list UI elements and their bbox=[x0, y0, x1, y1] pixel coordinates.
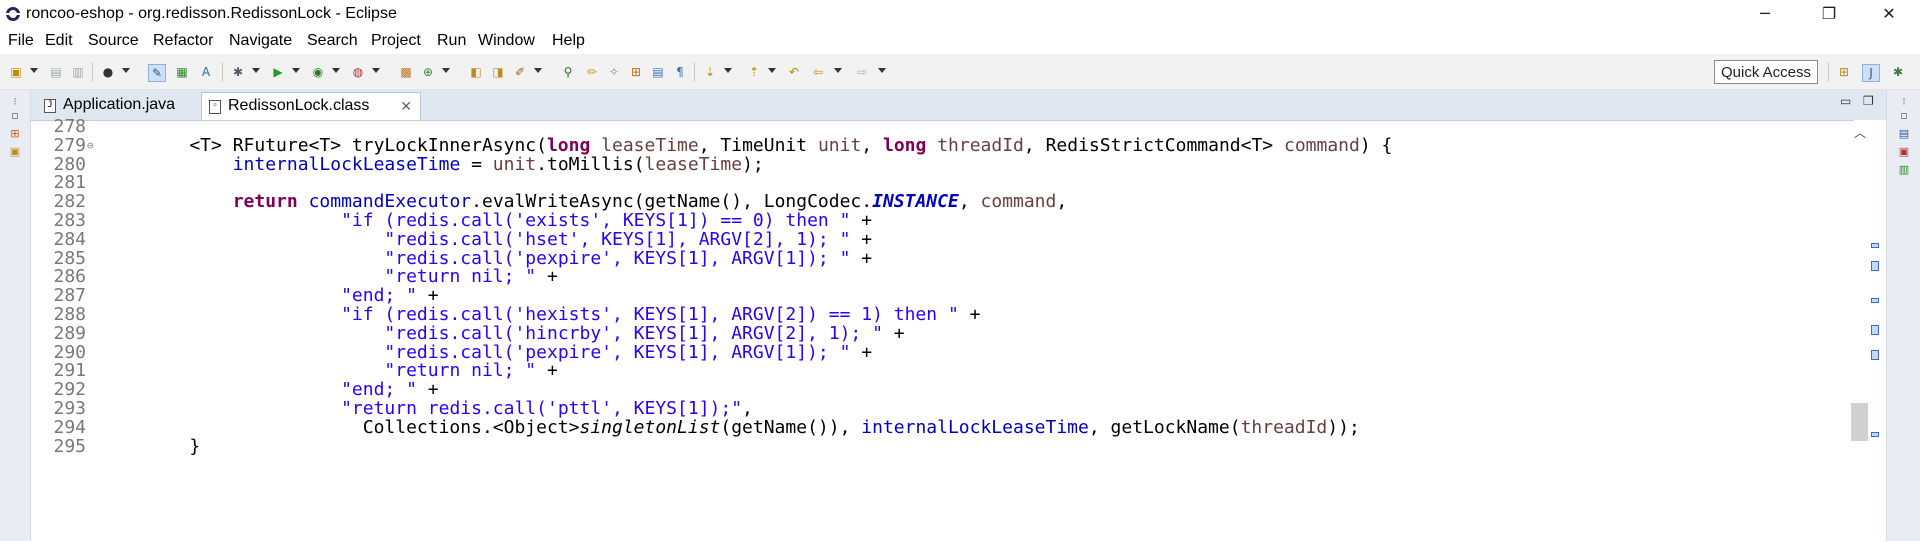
menu-bar: File Edit Source Refactor Navigate Searc… bbox=[0, 30, 1920, 54]
coverage-dropdown-icon[interactable] bbox=[332, 68, 340, 73]
search-icon[interactable]: ✐ bbox=[512, 64, 528, 80]
java-file-icon: J bbox=[44, 99, 56, 113]
close-window-button[interactable]: ✕ bbox=[1866, 0, 1912, 30]
show-whitespace-icon[interactable]: A bbox=[198, 64, 214, 80]
edit-annotation-icon[interactable]: ▦ bbox=[174, 64, 190, 80]
show-whitespace-chars-icon[interactable]: ¶ bbox=[672, 64, 688, 80]
new-java-package-icon[interactable]: ⊕ bbox=[420, 64, 436, 80]
toolbar-separator bbox=[222, 62, 223, 82]
editor-tab-bar: J Application.java ◦ RedissonLock.class … bbox=[31, 90, 1886, 120]
type-hierarchy-icon[interactable]: ⊞ bbox=[9, 128, 21, 140]
external-tools-dropdown-icon[interactable] bbox=[372, 68, 380, 73]
debug-dropdown-icon[interactable] bbox=[252, 68, 260, 73]
minimize-button[interactable]: ─ bbox=[1742, 0, 1788, 30]
next-edit-icon[interactable]: ⇣ bbox=[702, 64, 718, 80]
tab-redissonlock-class[interactable]: ◦ RedissonLock.class ✕ bbox=[201, 92, 421, 120]
menu-search[interactable]: Search bbox=[307, 32, 358, 50]
main-toolbar: ▣ ▤ ▥ ● ✎ ▦ A ✱ ▶ ◉ ◍ ▩ ⊕ ◧ ◨ ✐ ⚲ ✏ ✧ ⊞ … bbox=[0, 54, 1920, 90]
open-task-icon[interactable]: ◨ bbox=[490, 64, 506, 80]
toolbar-separator bbox=[92, 62, 93, 82]
open-perspective-icon[interactable]: ⊞ bbox=[1836, 64, 1852, 80]
maximize-editor-icon[interactable]: ❐ bbox=[1863, 94, 1874, 108]
run-icon[interactable]: ▶ bbox=[270, 64, 286, 80]
eclipse-logo-icon bbox=[6, 7, 20, 21]
search-dropdown-icon[interactable] bbox=[534, 68, 542, 73]
user-icon[interactable]: ● bbox=[100, 64, 116, 80]
menu-navigate[interactable]: Navigate bbox=[229, 32, 292, 50]
quick-access-field[interactable]: Quick Access bbox=[1714, 60, 1818, 84]
restore-view-icon[interactable]: ⁝ bbox=[1898, 96, 1910, 108]
new-icon[interactable]: ▣ bbox=[8, 64, 24, 80]
menu-refactor[interactable]: Refactor bbox=[153, 32, 213, 50]
menu-file[interactable]: File bbox=[8, 32, 34, 50]
toolbar-separator bbox=[1828, 62, 1829, 82]
menu-window[interactable]: Window bbox=[478, 32, 535, 50]
occurrence-mark[interactable] bbox=[1871, 350, 1879, 360]
forward-icon[interactable]: ⇨ bbox=[854, 64, 870, 80]
occurrence-mark[interactable] bbox=[1871, 298, 1879, 303]
toggle-mark-occurrences-icon[interactable]: ✎ bbox=[148, 64, 166, 82]
occurrence-mark[interactable] bbox=[1871, 243, 1879, 248]
debug-icon[interactable]: ✱ bbox=[230, 64, 246, 80]
outline-icon[interactable]: ▤ bbox=[1898, 128, 1910, 140]
menu-run[interactable]: Run bbox=[437, 32, 466, 50]
code-text: Collections.<Object>singletonList(getNam… bbox=[146, 416, 1360, 438]
menu-edit[interactable]: Edit bbox=[45, 32, 73, 50]
package-explorer-icon[interactable]: ▣ bbox=[9, 146, 21, 158]
coverage-icon[interactable]: ◉ bbox=[310, 64, 326, 80]
back-dropdown-icon[interactable] bbox=[834, 68, 842, 73]
left-trim-bar: ⁝ ▫ ⊞ ▣ bbox=[0, 90, 31, 541]
vertical-scrollbar[interactable] bbox=[1854, 120, 1868, 541]
block-selection-icon[interactable]: ✧ bbox=[606, 64, 622, 80]
java-perspective-icon[interactable]: J bbox=[1862, 64, 1880, 82]
save-icon[interactable]: ▤ bbox=[48, 64, 64, 80]
line-number: 295 bbox=[53, 435, 86, 457]
restore-icon[interactable]: ▫ bbox=[9, 110, 21, 122]
debug-perspective-icon[interactable]: ✱ bbox=[1890, 64, 1906, 80]
toolbar-separator bbox=[694, 62, 695, 82]
prev-edit-dropdown-icon[interactable] bbox=[768, 68, 776, 73]
occurrence-mark[interactable] bbox=[1871, 261, 1879, 271]
scrollbar-thumb[interactable] bbox=[1851, 403, 1869, 441]
save-all-icon[interactable]: ▥ bbox=[70, 64, 86, 80]
run-dropdown-icon[interactable] bbox=[292, 68, 300, 73]
external-tools-icon[interactable]: ◍ bbox=[350, 64, 366, 80]
window-title: roncoo-eshop - org.redisson.RedissonLock… bbox=[26, 5, 397, 22]
restore-view-icon[interactable]: ⁝ bbox=[9, 96, 21, 108]
next-annotation-icon[interactable]: ▤ bbox=[650, 64, 666, 80]
task-list-icon[interactable]: ▥ bbox=[1898, 164, 1910, 176]
new-dropdown-icon[interactable] bbox=[30, 68, 38, 73]
minimize-editor-icon[interactable]: ▭ bbox=[1840, 94, 1851, 108]
new-class-dropdown-icon[interactable] bbox=[442, 68, 450, 73]
code-text: } bbox=[146, 435, 201, 457]
code-text: internalLockLeaseTime = unit.toMillis(le… bbox=[232, 153, 764, 175]
open-type-icon[interactable]: ◧ bbox=[468, 64, 484, 80]
toggle-breadcrumb-icon[interactable]: ⚲ bbox=[560, 64, 576, 80]
prev-edit-icon[interactable]: ⇡ bbox=[746, 64, 762, 80]
next-edit-dropdown-icon[interactable] bbox=[724, 68, 732, 73]
tab-label: RedissonLock.class bbox=[228, 97, 370, 114]
fold-toggle-icon[interactable]: ⊖ bbox=[87, 134, 94, 157]
problems-icon[interactable]: ▣ bbox=[1898, 146, 1910, 158]
code-editor[interactable]: 278 279 ⊖ <T> RFuture<T> tryLockInnerAsync… bbox=[31, 116, 1854, 542]
toggle-highlight-icon[interactable]: ✏ bbox=[584, 64, 600, 80]
occurrence-mark[interactable] bbox=[1871, 325, 1879, 335]
menu-project[interactable]: Project bbox=[371, 32, 421, 50]
class-file-icon: ◦ bbox=[209, 100, 221, 114]
title-bar: roncoo-eshop - org.redisson.RedissonLock… bbox=[0, 0, 1920, 30]
back-icon[interactable]: ⇦ bbox=[810, 64, 826, 80]
last-edit-location-icon[interactable]: ↶ bbox=[786, 64, 802, 80]
user-dropdown-icon[interactable] bbox=[122, 68, 130, 73]
forward-dropdown-icon[interactable] bbox=[878, 68, 886, 73]
menu-source[interactable]: Source bbox=[88, 32, 139, 50]
menu-help[interactable]: Help bbox=[552, 32, 585, 50]
restore-button[interactable]: ❐ bbox=[1806, 0, 1852, 30]
restore-icon[interactable]: ▫ bbox=[1898, 110, 1910, 122]
occurrence-mark[interactable] bbox=[1871, 432, 1879, 437]
prev-annotation-icon[interactable]: ⊞ bbox=[628, 64, 644, 80]
scroll-up-icon[interactable]: ︿ bbox=[1854, 124, 1866, 141]
right-trim-bar: ⁝ ▫ ▤ ▣ ▥ bbox=[1886, 90, 1920, 541]
new-java-project-icon[interactable]: ▩ bbox=[398, 64, 414, 80]
close-tab-icon[interactable]: ✕ bbox=[400, 94, 412, 120]
